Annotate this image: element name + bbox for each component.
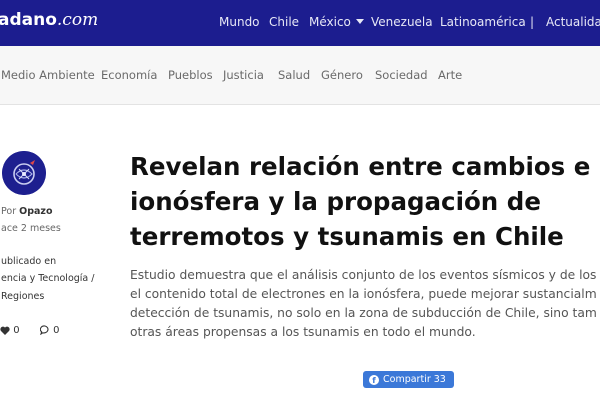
category-salud[interactable]: Salud xyxy=(278,68,310,82)
category-sociedad[interactable]: Sociedad xyxy=(375,68,428,82)
logo-text: adano xyxy=(0,10,57,30)
nav-item-mundo[interactable]: Mundo xyxy=(219,15,260,29)
heart-icon[interactable] xyxy=(0,326,10,338)
site-logo[interactable]: adano.com xyxy=(0,10,98,30)
category-economia[interactable]: Economía xyxy=(101,68,157,82)
like-count: 0 xyxy=(13,325,20,336)
top-navbar: adano.com Mundo Chile México Venezuela L… xyxy=(0,0,600,46)
title-line: Revelan relación entre cambios e xyxy=(130,152,591,181)
article-title: Revelan relación entre cambios e ionósfe… xyxy=(130,149,600,254)
share-label: Compartir 33 xyxy=(383,374,446,385)
avatar-emblem-icon xyxy=(2,151,46,195)
lead-line: Estudio demuestra que el análisis conjun… xyxy=(130,268,597,282)
nav-item-mexico-label: México xyxy=(309,15,351,29)
lead-line: otras áreas propensas a los tsunamis en … xyxy=(130,325,476,339)
nav-separator: | xyxy=(530,15,535,29)
category-link-regiones[interactable]: Regiones xyxy=(1,291,44,302)
nav-item-venezuela[interactable]: Venezuela xyxy=(371,15,433,29)
reaction-counts: 0 0 xyxy=(0,325,60,338)
nav-item-chile[interactable]: Chile xyxy=(269,15,299,29)
title-line: terremotos y tsunamis en Chile xyxy=(130,222,564,251)
facebook-share-button[interactable]: f Compartir 33 xyxy=(363,371,454,388)
author-byline: Por Opazo xyxy=(1,206,52,217)
category-medio-ambiente[interactable]: Medio Ambiente xyxy=(1,68,95,82)
lead-line: el contenido total de electrones en la i… xyxy=(130,287,597,301)
category-genero[interactable]: Género xyxy=(321,68,363,82)
by-prefix: Por xyxy=(1,206,17,217)
title-line: ionósfera y la propagación de xyxy=(130,187,541,216)
published-label: ublicado en xyxy=(1,256,57,267)
comment-count: 0 xyxy=(53,325,60,336)
category-nav: Medio Ambiente Economía Pueblos Justicia… xyxy=(0,46,600,105)
category-link-ciencia[interactable]: encia y Tecnología / xyxy=(1,273,94,284)
article-lead: Estudio demuestra que el análisis conjun… xyxy=(130,266,600,342)
post-time: ace 2 meses xyxy=(1,223,61,234)
author-avatar[interactable] xyxy=(2,151,46,195)
nav-item-mexico[interactable]: México xyxy=(309,15,364,29)
chevron-down-icon xyxy=(355,19,364,24)
nav-item-actualidad[interactable]: Actualidad xyxy=(546,15,600,29)
logo-domain: .com xyxy=(56,10,99,30)
lead-line: detección de tsunamis, no solo en la zon… xyxy=(130,306,597,320)
facebook-icon: f xyxy=(369,375,379,385)
category-pueblos[interactable]: Pueblos xyxy=(168,68,213,82)
author-name[interactable]: Opazo xyxy=(19,206,52,217)
nav-item-latinoamerica[interactable]: Latinoamérica xyxy=(440,15,526,29)
comment-icon[interactable] xyxy=(39,325,50,338)
category-arte[interactable]: Arte xyxy=(438,68,462,82)
category-justicia[interactable]: Justicia xyxy=(223,68,264,82)
